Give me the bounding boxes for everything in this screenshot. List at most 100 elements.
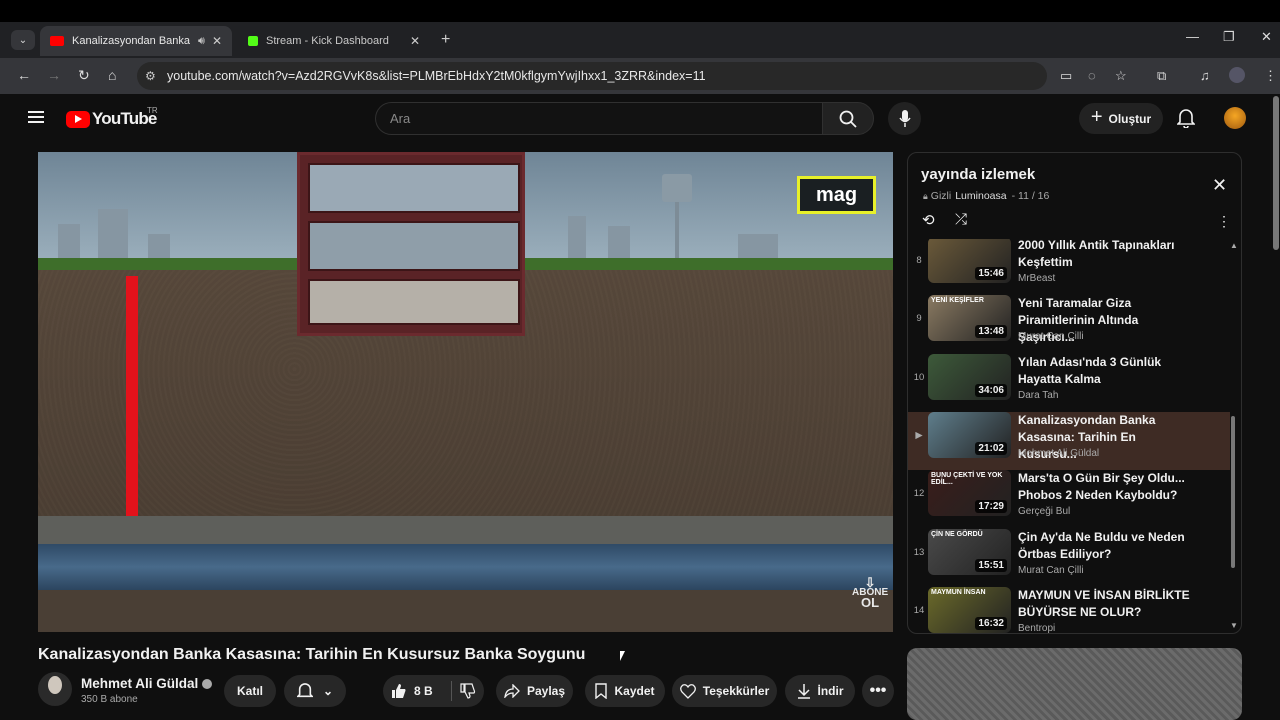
playlist-item-channel[interactable]: Murat Can Çilli: [1018, 565, 1084, 576]
channel-name-row[interactable]: Mehmet Ali Güldal: [81, 676, 213, 691]
playlist-privacy: Gizli: [930, 190, 952, 202]
playlist-item[interactable]: 12 BUNU ÇEKTİ VE YOK EDİL... 17:29 Mars'ta …: [908, 470, 1230, 528]
playlist-position: - 11 / 16: [1011, 190, 1050, 202]
playlist-item-channel[interactable]: Murat Can Çilli: [1018, 331, 1084, 342]
thumbs-down-icon[interactable]: [460, 683, 476, 699]
playlist-item[interactable]: ▶ 21:02 Kanalizasyondan Banka Kasasına: Ta…: [908, 412, 1230, 470]
reload-icon[interactable]: ↻: [78, 67, 90, 84]
extensions-icon[interactable]: ⧉: [1157, 68, 1166, 84]
like-button[interactable]: 8 B: [391, 683, 451, 699]
profile-avatar[interactable]: [1229, 67, 1245, 83]
tab-search-button[interactable]: ⌄: [11, 30, 35, 50]
page-scrollbar[interactable]: [1273, 96, 1279, 250]
playlist-item[interactable]: 14 MAYMUN İNSAN 16:32 MAYMUN VE İNSAN BİRLİ…: [908, 587, 1230, 633]
home-icon[interactable]: ⌂: [108, 67, 116, 83]
loop-icon[interactable]: ⟲: [922, 211, 935, 229]
window-frame: [0, 0, 1280, 22]
playlist-item-channel[interactable]: Bentropi: [1018, 623, 1055, 633]
media-control-icon[interactable]: ♫: [1200, 68, 1210, 83]
playlist-item-channel[interactable]: Mehmet Ali Güldal: [1018, 448, 1099, 459]
bookmark-star-icon[interactable]: ☆: [1115, 68, 1127, 84]
close-tab-icon[interactable]: ✕: [212, 34, 222, 48]
video-thumbnail[interactable]: 34:06: [928, 354, 1011, 400]
playlist-item-index: ▶: [915, 430, 923, 441]
channel-avatar[interactable]: [38, 672, 72, 706]
save-button[interactable]: Kaydet: [585, 675, 665, 707]
playlist-item[interactable]: 9 YENİ KEŞİFLER 13:48 Yeni Taramalar Giza P…: [908, 295, 1230, 353]
playlist-item-index: 8: [916, 255, 922, 266]
forward-arrow-icon[interactable]: →: [47, 67, 61, 83]
playlist-item-title[interactable]: Çin Ay'da Ne Buldu ve Neden Örtbas Edili…: [1018, 529, 1193, 563]
scroll-down-icon[interactable]: ▼: [1230, 621, 1238, 630]
browser-tab-kick[interactable]: Stream - Kick Dashboard ✕: [238, 26, 430, 56]
video-thumbnail[interactable]: 15:46: [928, 239, 1011, 283]
playlist-item-channel[interactable]: Gerçeği Bul: [1018, 506, 1070, 517]
thumbnail-text: BUNU ÇEKTİ VE YOK EDİL...: [931, 472, 1003, 486]
more-vertical-icon[interactable]: ⋮: [1217, 213, 1231, 230]
close-tab-icon[interactable]: ✕: [410, 34, 420, 48]
subscribe-watermark[interactable]: ⇩ ABONE OL: [852, 576, 888, 609]
playlist-scrollbar[interactable]: [1231, 416, 1235, 568]
menu-icon[interactable]: [28, 111, 44, 123]
download-icon: [797, 684, 810, 699]
subscriber-count: 350 B abone: [81, 694, 138, 705]
eye-off-icon[interactable]: ◌: [1088, 68, 1096, 83]
new-tab-button[interactable]: +: [441, 31, 450, 49]
search-icon: [839, 110, 857, 128]
channel-name[interactable]: Mehmet Ali Güldal: [81, 676, 198, 691]
address-bar[interactable]: youtube.com/watch?v=Azd2RGVvK8s&list=PLM…: [137, 62, 1047, 90]
thumbnail-text: ÇİN NE GÖRDÜ: [931, 531, 983, 538]
join-button[interactable]: Katıl: [224, 675, 276, 707]
search-input[interactable]: Ara: [375, 102, 823, 135]
browser-tab-youtube[interactable]: Kanalizasyondan Banka Kas 🔊︎ ✕: [40, 26, 232, 56]
bell-icon: [296, 683, 313, 698]
shuffle-icon[interactable]: ⤮: [955, 211, 967, 228]
share-button[interactable]: Paylaş: [496, 675, 573, 707]
browser-menu-icon[interactable]: ⋮: [1264, 68, 1277, 84]
cast-icon[interactable]: ▭: [1060, 68, 1072, 84]
video-thumbnail[interactable]: YENİ KEŞİFLER 13:48: [928, 295, 1011, 341]
close-window-icon[interactable]: ✕: [1261, 29, 1272, 45]
playlist-title[interactable]: yayında izlemek: [921, 166, 1035, 183]
scroll-up-icon[interactable]: ▲: [1230, 241, 1238, 250]
voice-search-button[interactable]: [888, 102, 921, 135]
youtube-logo[interactable]: YouTube TR: [66, 106, 158, 129]
share-icon: [504, 684, 520, 698]
site-info-icon[interactable]: ⚙: [145, 69, 156, 83]
country-code: TR: [147, 106, 158, 115]
playlist-item-channel[interactable]: Dara Tah: [1018, 390, 1058, 401]
download-button[interactable]: İndir: [785, 675, 855, 707]
playlist-item[interactable]: 10 34:06 Yılan Adası'nda 3 Günlük Hayatta …: [908, 354, 1230, 412]
sidebar-thumbnail-placeholder[interactable]: [907, 648, 1242, 720]
video-duration: 21:02: [975, 442, 1007, 455]
playlist-item[interactable]: 8 15:46 2000 Yıllık Antik Tapınakları Keşf…: [908, 239, 1230, 295]
create-button[interactable]: + Oluştur: [1079, 103, 1163, 134]
account-avatar[interactable]: [1224, 107, 1246, 129]
notifications-button[interactable]: [1176, 108, 1196, 133]
mouse-cursor: [620, 651, 625, 661]
notification-bell-button[interactable]: ⌄: [284, 675, 346, 707]
share-label: Paylaş: [526, 684, 566, 698]
video-thumbnail[interactable]: 21:02: [928, 412, 1011, 458]
playlist-owner[interactable]: Luminoasa: [955, 190, 1006, 202]
close-playlist-icon[interactable]: ✕: [1212, 175, 1227, 196]
back-arrow-icon[interactable]: ←: [17, 67, 31, 83]
playlist-item-title[interactable]: Mars'ta O Gün Bir Şey Oldu... Phobos 2 N…: [1018, 470, 1193, 504]
more-actions-button[interactable]: •••: [862, 675, 894, 707]
playlist-item-title[interactable]: MAYMUN VE İNSAN BİRLİKTE BÜYÜRSE NE OLUR…: [1018, 587, 1193, 621]
video-thumbnail[interactable]: MAYMUN İNSAN 16:32: [928, 587, 1011, 633]
download-label: İndir: [817, 684, 844, 698]
search-button[interactable]: [822, 102, 874, 135]
maximize-icon[interactable]: ❐: [1223, 29, 1235, 45]
thanks-button[interactable]: Teşekkürler: [672, 675, 777, 707]
playlist-item-channel[interactable]: MrBeast: [1018, 273, 1055, 284]
playlist-item-title[interactable]: 2000 Yıllık Antik Tapınakları Keşfettim: [1018, 239, 1193, 271]
thanks-label: Teşekkürler: [702, 684, 770, 698]
playlist-item-title[interactable]: Yılan Adası'nda 3 Günlük Hayatta Kalma: [1018, 354, 1193, 388]
video-thumbnail[interactable]: ÇİN NE GÖRDÜ 15:51: [928, 529, 1011, 575]
video-player[interactable]: mag ⇩ ABONE OL: [38, 152, 893, 632]
minimize-icon[interactable]: —: [1186, 29, 1199, 44]
audio-playing-icon[interactable]: 🔊︎: [198, 35, 205, 48]
video-thumbnail[interactable]: BUNU ÇEKTİ VE YOK EDİL... 17:29: [928, 470, 1011, 516]
playlist-item[interactable]: 13 ÇİN NE GÖRDÜ 15:51 Çin Ay'da Ne Buldu ve…: [908, 529, 1230, 587]
